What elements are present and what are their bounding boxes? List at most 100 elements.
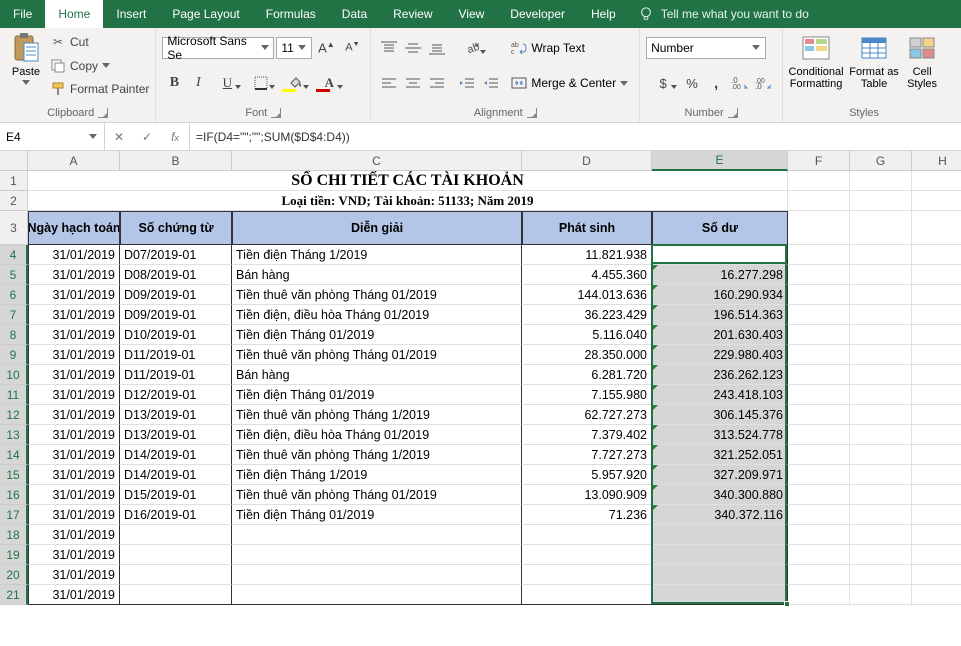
cell[interactable] — [788, 345, 850, 365]
font-color-button[interactable]: A — [312, 72, 346, 94]
row-header-7[interactable]: 7 — [0, 305, 28, 325]
cell[interactable]: 321.252.051 — [652, 445, 788, 465]
cell[interactable]: 36.223.429 — [522, 305, 652, 325]
cell[interactable]: 28.350.000 — [522, 345, 652, 365]
cell[interactable] — [232, 585, 522, 605]
cell[interactable]: 327.209.971 — [652, 465, 788, 485]
cell[interactable]: 31/01/2019 — [28, 265, 120, 285]
cell[interactable]: 31/01/2019 — [28, 585, 120, 605]
cell[interactable] — [912, 425, 961, 445]
cell[interactable] — [912, 565, 961, 585]
cell[interactable] — [850, 425, 912, 445]
bold-button[interactable]: B — [162, 72, 186, 94]
cell[interactable] — [912, 365, 961, 385]
fill-color-button[interactable] — [278, 72, 312, 94]
cell[interactable] — [788, 365, 850, 385]
cell[interactable]: Tiền điện Tháng 01/2019 — [232, 505, 522, 525]
cell[interactable]: Diễn giải — [232, 211, 522, 245]
cell[interactable]: 4.455.360 — [522, 265, 652, 285]
cell[interactable]: 31/01/2019 — [28, 505, 120, 525]
cell[interactable] — [912, 465, 961, 485]
cell[interactable]: 31/01/2019 — [28, 365, 120, 385]
worksheet-grid[interactable]: ABCDEFGH 1234567891011121314151617181920… — [0, 151, 961, 646]
cell[interactable]: 160.290.934 — [652, 285, 788, 305]
underline-button[interactable]: U — [210, 72, 244, 94]
row-header-13[interactable]: 13 — [0, 425, 28, 445]
cell[interactable] — [522, 585, 652, 605]
accounting-format-button[interactable]: $ — [646, 72, 680, 94]
cell[interactable]: D08/2019-01 — [120, 265, 232, 285]
cell[interactable] — [850, 265, 912, 285]
cell[interactable] — [850, 285, 912, 305]
column-header-G[interactable]: G — [850, 151, 912, 171]
cell[interactable]: 11.821.938 — [652, 245, 788, 265]
cells-area[interactable]: SỔ CHI TIẾT CÁC TÀI KHOẢNLoại tiền: VND;… — [28, 171, 961, 605]
row-header-8[interactable]: 8 — [0, 325, 28, 345]
cell[interactable]: Tiền thuê văn phòng Tháng 01/2019 — [232, 285, 522, 305]
row-header-3[interactable]: 3 — [0, 211, 28, 245]
cell[interactable]: D10/2019-01 — [120, 325, 232, 345]
cell[interactable] — [232, 525, 522, 545]
cell[interactable] — [788, 425, 850, 445]
align-right-button[interactable] — [425, 72, 449, 94]
cell[interactable] — [850, 485, 912, 505]
dialog-launcher-icon[interactable] — [527, 108, 537, 118]
select-all-corner[interactable] — [0, 151, 28, 171]
cell[interactable] — [788, 245, 850, 265]
cell[interactable]: Tiền điện, điều hòa Tháng 01/2019 — [232, 305, 522, 325]
cell[interactable]: D15/2019-01 — [120, 485, 232, 505]
cell[interactable] — [912, 545, 961, 565]
cell[interactable]: 229.980.403 — [652, 345, 788, 365]
row-header-4[interactable]: 4 — [0, 245, 28, 265]
cell[interactable]: Bán hàng — [232, 365, 522, 385]
cell[interactable]: Tiền thuê văn phòng Tháng 01/2019 — [232, 345, 522, 365]
cell[interactable]: 31/01/2019 — [28, 525, 120, 545]
cell[interactable]: Tiền điện Tháng 01/2019 — [232, 325, 522, 345]
cell[interactable] — [788, 171, 850, 191]
cell[interactable]: D14/2019-01 — [120, 445, 232, 465]
format-as-table-button[interactable]: Format as Table — [847, 30, 901, 100]
row-header-11[interactable]: 11 — [0, 385, 28, 405]
cell[interactable] — [850, 565, 912, 585]
cell[interactable] — [850, 465, 912, 485]
wrap-text-button[interactable]: abc Wrap Text — [507, 37, 633, 59]
cell[interactable] — [850, 211, 912, 245]
cell[interactable] — [232, 565, 522, 585]
cell[interactable] — [120, 525, 232, 545]
row-header-16[interactable]: 16 — [0, 485, 28, 505]
dialog-launcher-icon[interactable] — [728, 108, 738, 118]
number-format-select[interactable]: Number — [646, 37, 766, 59]
cell[interactable] — [788, 445, 850, 465]
cell[interactable] — [652, 585, 788, 605]
cell[interactable]: 196.514.363 — [652, 305, 788, 325]
row-header-15[interactable]: 15 — [0, 465, 28, 485]
cell[interactable]: D16/2019-01 — [120, 505, 232, 525]
borders-button[interactable] — [244, 72, 278, 94]
cell[interactable] — [232, 545, 522, 565]
cell[interactable]: 31/01/2019 — [28, 305, 120, 325]
cell[interactable]: Tiền điện, điều hòa Tháng 01/2019 — [232, 425, 522, 445]
cell[interactable] — [788, 385, 850, 405]
cell[interactable]: 7.379.402 — [522, 425, 652, 445]
column-header-B[interactable]: B — [120, 151, 232, 171]
cell[interactable] — [652, 525, 788, 545]
cell[interactable]: 31/01/2019 — [28, 565, 120, 585]
column-header-A[interactable]: A — [28, 151, 120, 171]
column-header-H[interactable]: H — [912, 151, 961, 171]
enter-formula-button[interactable]: ✓ — [133, 123, 161, 151]
cell[interactable] — [850, 191, 912, 211]
cell[interactable]: Tiền điện Tháng 01/2019 — [232, 385, 522, 405]
orientation-button[interactable]: ab — [455, 37, 489, 59]
cell[interactable]: 31/01/2019 — [28, 245, 120, 265]
percent-format-button[interactable]: % — [680, 72, 704, 94]
cell[interactable]: 31/01/2019 — [28, 465, 120, 485]
cell[interactable]: 243.418.103 — [652, 385, 788, 405]
cell[interactable]: D11/2019-01 — [120, 365, 232, 385]
tab-view[interactable]: View — [446, 0, 498, 28]
cell[interactable]: Tiền điện Tháng 1/2019 — [232, 245, 522, 265]
comma-format-button[interactable]: , — [704, 72, 728, 94]
copy-button[interactable]: Copy — [50, 55, 149, 77]
cell[interactable]: D12/2019-01 — [120, 385, 232, 405]
cell[interactable]: D09/2019-01 — [120, 285, 232, 305]
row-header-21[interactable]: 21 — [0, 585, 28, 605]
